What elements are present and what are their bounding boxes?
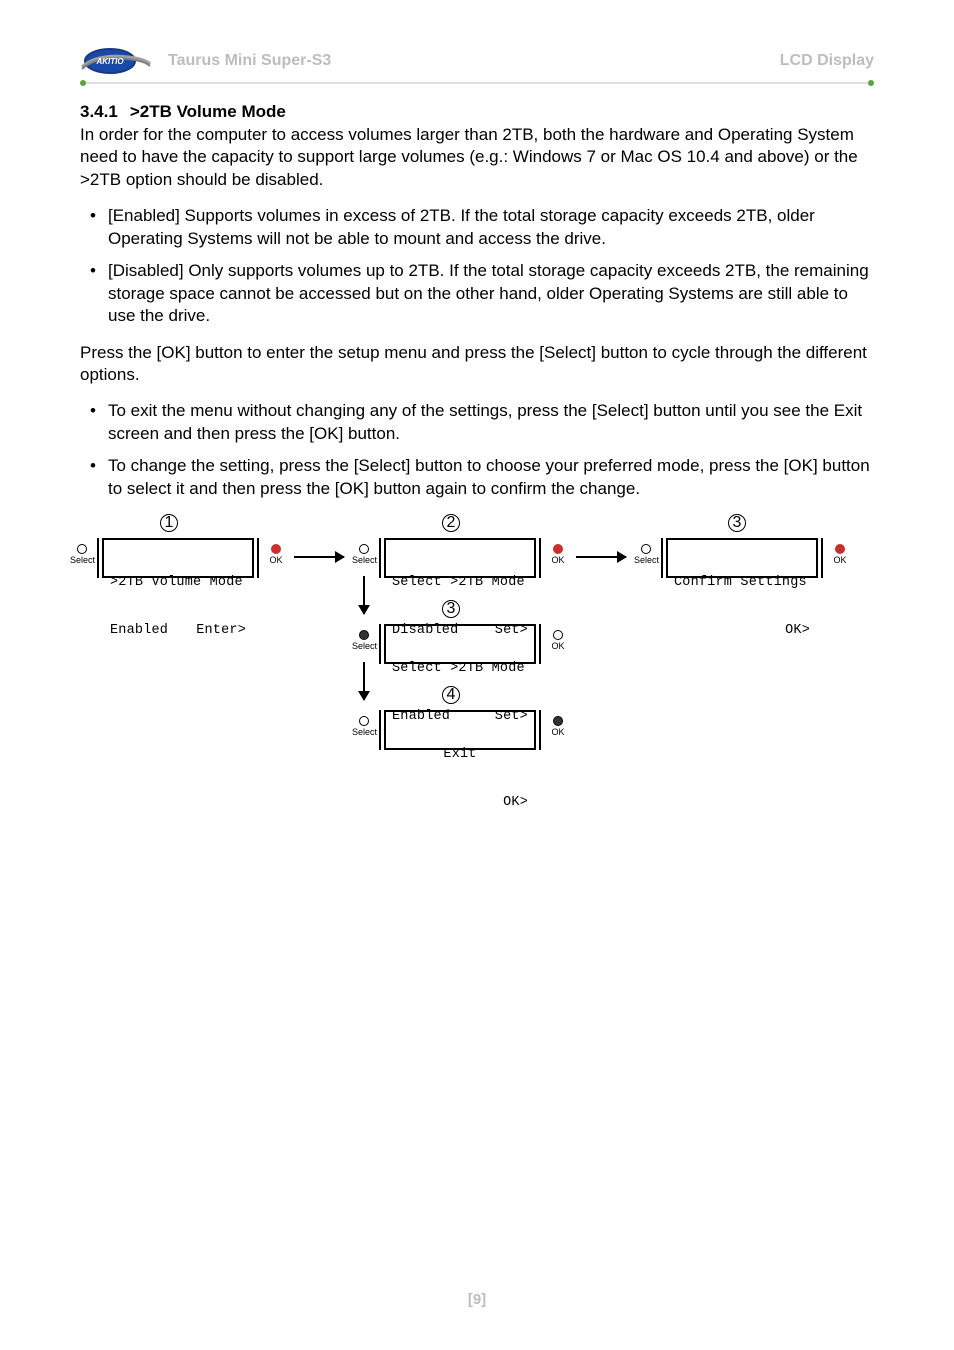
intro-paragraph: In order for the computer to access volu… <box>80 124 874 191</box>
arrow-right-icon <box>576 556 626 558</box>
lcd-panel-1: >2TB Volume Mode EnabledEnter> <box>102 538 254 578</box>
arrow-down-icon <box>363 662 365 700</box>
select-button-label: Select <box>634 544 658 565</box>
svg-text:AKITIO: AKITIO <box>95 57 124 66</box>
list-item: To exit the menu without changing any of… <box>80 400 874 445</box>
brand-logo: AKITIO <box>80 44 152 78</box>
lcd-panel-2: Select >2TB Mode DisabledSet> <box>384 538 536 578</box>
ok-button-label: OK <box>546 716 570 737</box>
select-button-label: Select <box>352 630 376 651</box>
ok-button-label: OK <box>546 630 570 651</box>
ok-button-label: OK <box>264 544 288 565</box>
lcd-panel-confirm: Confirm Settings OK> <box>666 538 818 578</box>
lcd-panel-3: Select >2TB Mode EnabledSet> <box>384 624 536 664</box>
section-heading: 3.4.1>2TB Volume Mode <box>80 102 874 122</box>
step-marker-1: 1 <box>160 514 178 532</box>
list-item: To change the setting, press the [Select… <box>80 455 874 500</box>
menu-flow-diagram: 1 2 3 Select >2TB Volume Mode EnabledEnt… <box>80 514 874 774</box>
press-paragraph: Press the [OK] button to enter the setup… <box>80 342 874 387</box>
step-marker-3-mid: 3 <box>442 600 460 618</box>
select-button-label: Select <box>352 544 376 565</box>
select-button-label: Select <box>70 544 94 565</box>
select-button-label: Select <box>352 716 376 737</box>
header-rule <box>80 82 874 84</box>
bullet-list-instructions: To exit the menu without changing any of… <box>80 400 874 500</box>
header-right: LCD Display <box>780 52 874 70</box>
ok-button-label: OK <box>828 544 852 565</box>
arrow-down-icon <box>363 576 365 614</box>
page-header: AKITIO Taurus Mini Super-S3 LCD Display <box>80 44 874 78</box>
step-marker-3-top: 3 <box>728 514 746 532</box>
page-number: [9] <box>0 1291 954 1308</box>
arrow-right-icon <box>294 556 344 558</box>
list-item: [Enabled] Supports volumes in excess of … <box>80 205 874 250</box>
lcd-panel-exit: Exit OK> <box>384 710 536 750</box>
list-item: [Disabled] Only supports volumes up to 2… <box>80 260 874 327</box>
ok-button-label: OK <box>546 544 570 565</box>
step-marker-4: 4 <box>442 686 460 704</box>
bullet-list-modes: [Enabled] Supports volumes in excess of … <box>80 205 874 327</box>
step-marker-2: 2 <box>442 514 460 532</box>
header-left: Taurus Mini Super-S3 <box>168 52 331 70</box>
